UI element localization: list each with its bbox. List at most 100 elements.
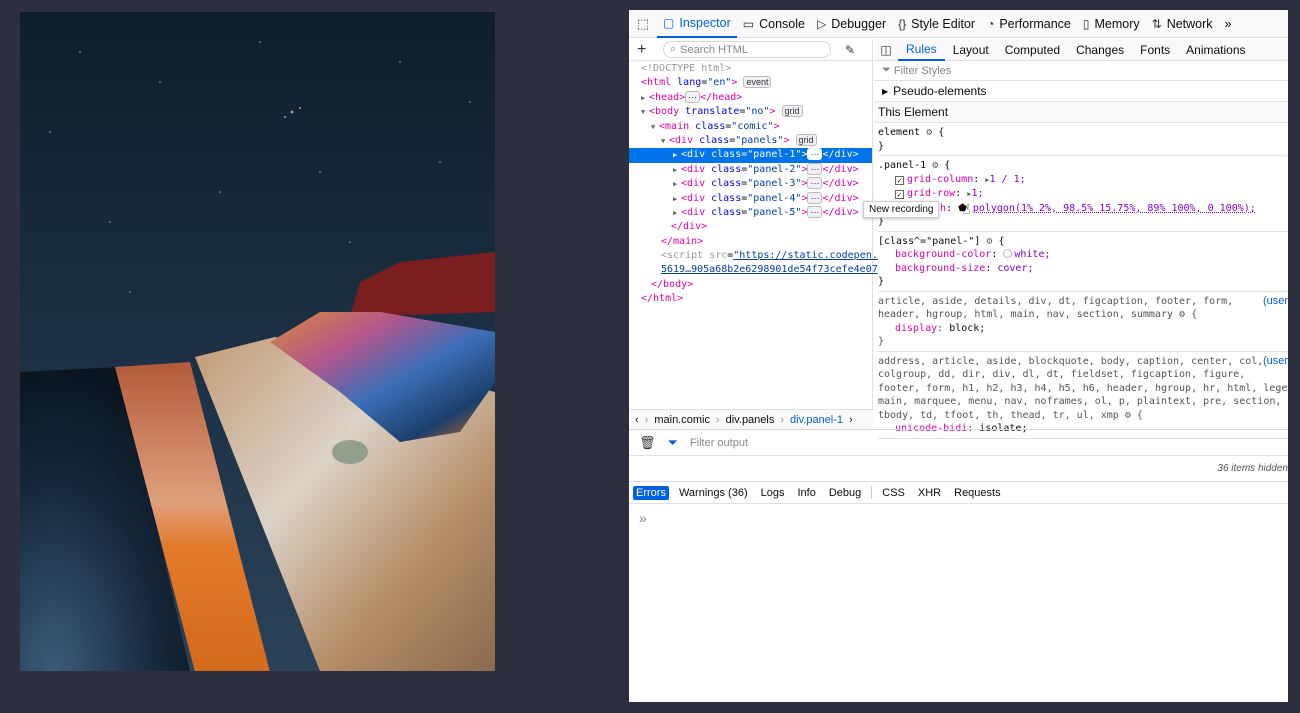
add-node-icon[interactable]: + bbox=[637, 41, 653, 59]
gear-icon[interactable]: ⚙ bbox=[926, 127, 932, 138]
filter-warnings[interactable]: Warnings (36) bbox=[676, 486, 751, 500]
collapse-arrow-icon[interactable]: ▼ bbox=[651, 120, 659, 134]
filter-css[interactable]: CSS bbox=[879, 486, 908, 500]
css-declaration[interactable]: display: block; bbox=[878, 322, 1288, 336]
rule-selector[interactable]: article, aside, details, div, dt, figcap… bbox=[878, 295, 1288, 309]
console-input[interactable]: » bbox=[629, 504, 1288, 526]
head-node[interactable]: ▶ <head> ⋯ </head> bbox=[629, 90, 872, 105]
tab-layout[interactable]: Layout bbox=[945, 39, 997, 61]
gear-icon[interactable]: ⚙ bbox=[1125, 410, 1131, 421]
element-picker-icon[interactable]: ⬚ bbox=[629, 10, 657, 38]
pseudo-elements-toggle[interactable]: ▶ Pseudo-elements bbox=[874, 81, 1288, 102]
css-declaration[interactable]: background-size: cover; bbox=[878, 262, 1288, 276]
expand-arrow-icon[interactable]: ▶ bbox=[673, 148, 681, 162]
tab-computed[interactable]: Computed bbox=[997, 39, 1068, 61]
expand-arrow-icon[interactable]: ▶ bbox=[673, 177, 681, 191]
css-property[interactable]: background-size bbox=[895, 263, 985, 274]
filter-debug[interactable]: Debug bbox=[826, 486, 864, 500]
toggle-pane-icon[interactable]: ◫ bbox=[874, 43, 898, 57]
eyedropper-icon[interactable]: ✎ bbox=[845, 43, 855, 57]
css-value[interactable]: white; bbox=[1014, 249, 1050, 260]
declaration-checkbox[interactable]: ✓ bbox=[895, 190, 904, 199]
tab-network[interactable]: ⇅ Network bbox=[1146, 10, 1219, 38]
tab-rules[interactable]: Rules bbox=[898, 39, 945, 61]
rule-source[interactable]: (user bbox=[1263, 295, 1288, 309]
filter-errors[interactable]: Errors bbox=[633, 485, 669, 500]
rule-selector[interactable]: address, article, aside, blockquote, bod… bbox=[878, 355, 1288, 369]
tab-changes[interactable]: Changes bbox=[1068, 39, 1132, 61]
tab-memory[interactable]: ▯ Memory bbox=[1077, 10, 1146, 38]
breadcrumb-item[interactable]: main.comic bbox=[654, 414, 710, 426]
rule-selector[interactable]: colgroup, dd, dir, div, dl, dt, fieldset… bbox=[878, 368, 1288, 382]
filter-requests[interactable]: Requests bbox=[951, 486, 1003, 500]
collapse-arrow-icon[interactable]: ▼ bbox=[661, 134, 669, 148]
css-property[interactable]: background-color bbox=[895, 249, 991, 260]
filter-output-input[interactable]: Filter output bbox=[690, 437, 748, 449]
declaration-checkbox[interactable]: ✓ bbox=[895, 175, 904, 185]
tab-console[interactable]: ▭ Console bbox=[737, 10, 811, 38]
filter-styles-input[interactable]: ⏷ Filter Styles bbox=[874, 61, 1288, 81]
rule-selector[interactable]: tbody, td, tfoot, th, thead, tr, ul, xmp bbox=[878, 410, 1119, 421]
expand-arrow-icon[interactable]: ▶ bbox=[673, 206, 681, 220]
search-html-input[interactable]: ⌕ Search HTML bbox=[663, 41, 831, 58]
panel-5-node[interactable]: ▶ <div class="panel-5"> ⋯ </div> bbox=[629, 205, 872, 220]
panel-4-node[interactable]: ▶ <div class="panel-4"> ⋯ </div> bbox=[629, 191, 872, 206]
event-badge[interactable]: event bbox=[743, 76, 772, 89]
css-value[interactable]: 1 / 1; bbox=[990, 174, 1026, 185]
grid-badge[interactable]: grid bbox=[795, 133, 817, 146]
rule-selector[interactable]: element bbox=[878, 127, 920, 138]
css-declaration[interactable]: ✓ grid-row: ▶1; bbox=[878, 187, 1288, 202]
ellipsis-badge[interactable]: ⋯ bbox=[685, 90, 701, 103]
grid-badge[interactable]: grid bbox=[781, 105, 803, 118]
script-src-link[interactable]: "https://static.codepen. bbox=[733, 250, 878, 261]
close-panels-line[interactable]: </div> bbox=[629, 220, 872, 234]
tab-performance[interactable]: ◔ Performance bbox=[981, 10, 1077, 38]
tab-debugger[interactable]: ▷ Debugger bbox=[811, 10, 892, 38]
css-value[interactable]: polygon(1% 2%, 98.5% 15.75%, 89% 100%, 0… bbox=[973, 203, 1256, 214]
script-node-cont[interactable]: 5619…905a68b2e6298901de54f73cefe4e07 bbox=[629, 263, 878, 277]
rule-selector[interactable]: .panel-1 bbox=[878, 160, 926, 171]
ellipsis-badge[interactable]: ⋯ bbox=[807, 148, 823, 161]
main-node[interactable]: ▼ <main class="comic"> bbox=[629, 120, 872, 134]
rule-selector[interactable]: main, marquee, menu, nav, noframes, ol, … bbox=[878, 395, 1288, 409]
body-node[interactable]: ▼ <body translate="no"> grid bbox=[629, 105, 872, 119]
gear-icon[interactable]: ⚙ bbox=[986, 236, 992, 247]
gear-icon[interactable]: ⚙ bbox=[932, 160, 938, 171]
rule-selector[interactable]: footer, form, h1, h2, h3, h4, h5, h6, he… bbox=[878, 382, 1288, 396]
ellipsis-badge[interactable]: ⋯ bbox=[807, 191, 823, 204]
close-html-line[interactable]: </html> bbox=[629, 292, 872, 306]
ellipsis-badge[interactable]: ⋯ bbox=[807, 162, 823, 175]
script-node[interactable]: <script src="https://static.codepen. bbox=[629, 249, 878, 263]
chevron-left-icon[interactable]: ‹ bbox=[635, 414, 639, 426]
collapse-arrow-icon[interactable]: ▼ bbox=[641, 105, 649, 119]
script-src-link[interactable]: 5619…905a68b2e6298901de54f73cefe4e07 bbox=[661, 264, 878, 275]
css-value[interactable]: cover; bbox=[997, 263, 1033, 274]
close-body-line[interactable]: </body> bbox=[629, 278, 872, 292]
css-declaration[interactable]: ✓ grid-column: ▶1 / 1; bbox=[878, 173, 1288, 188]
breadcrumb-item[interactable]: div.panels bbox=[726, 414, 775, 426]
css-declaration[interactable]: h: ⬟ polygon(1% 2%, 98.5% 15.75%, 89% 10… bbox=[878, 202, 1288, 216]
doctype-line[interactable]: <!DOCTYPE html> bbox=[629, 62, 872, 76]
more-tabs-button[interactable]: » bbox=[1219, 10, 1238, 38]
tab-style-editor[interactable]: {} Style Editor bbox=[892, 10, 981, 38]
panels-node[interactable]: ▼ <div class="panels"> grid bbox=[629, 133, 872, 148]
breadcrumb-item-current[interactable]: div.panel-1 bbox=[790, 414, 843, 426]
filter-icon[interactable]: ⏷ bbox=[668, 435, 678, 451]
tab-animations[interactable]: Animations bbox=[1178, 39, 1253, 61]
expand-arrow-icon[interactable]: ▶ bbox=[641, 91, 649, 105]
panel-2-node[interactable]: ▶ <div class="panel-2"> ⋯ </div> bbox=[629, 162, 872, 177]
gear-icon[interactable]: ⚙ bbox=[1179, 309, 1185, 320]
css-property[interactable]: h bbox=[940, 203, 946, 214]
panel-1-node[interactable]: ▶ <div class="panel-1"> ⋯ </div> bbox=[629, 148, 872, 163]
rule-source[interactable]: (user bbox=[1263, 355, 1288, 369]
css-property[interactable]: grid-column bbox=[907, 174, 973, 185]
expand-arrow-icon[interactable]: ▶ bbox=[673, 192, 681, 206]
css-declaration[interactable]: background-color: white; bbox=[878, 248, 1288, 262]
css-property[interactable]: grid-row bbox=[907, 188, 955, 199]
rule-selector[interactable]: [class^="panel-"] bbox=[878, 236, 980, 247]
filter-logs[interactable]: Logs bbox=[758, 486, 788, 500]
close-main-line[interactable]: </main> bbox=[629, 235, 872, 249]
ellipsis-badge[interactable]: ⋯ bbox=[807, 177, 823, 190]
expand-arrow-icon[interactable]: ▶ bbox=[673, 163, 681, 177]
css-value[interactable]: 1; bbox=[971, 188, 983, 199]
